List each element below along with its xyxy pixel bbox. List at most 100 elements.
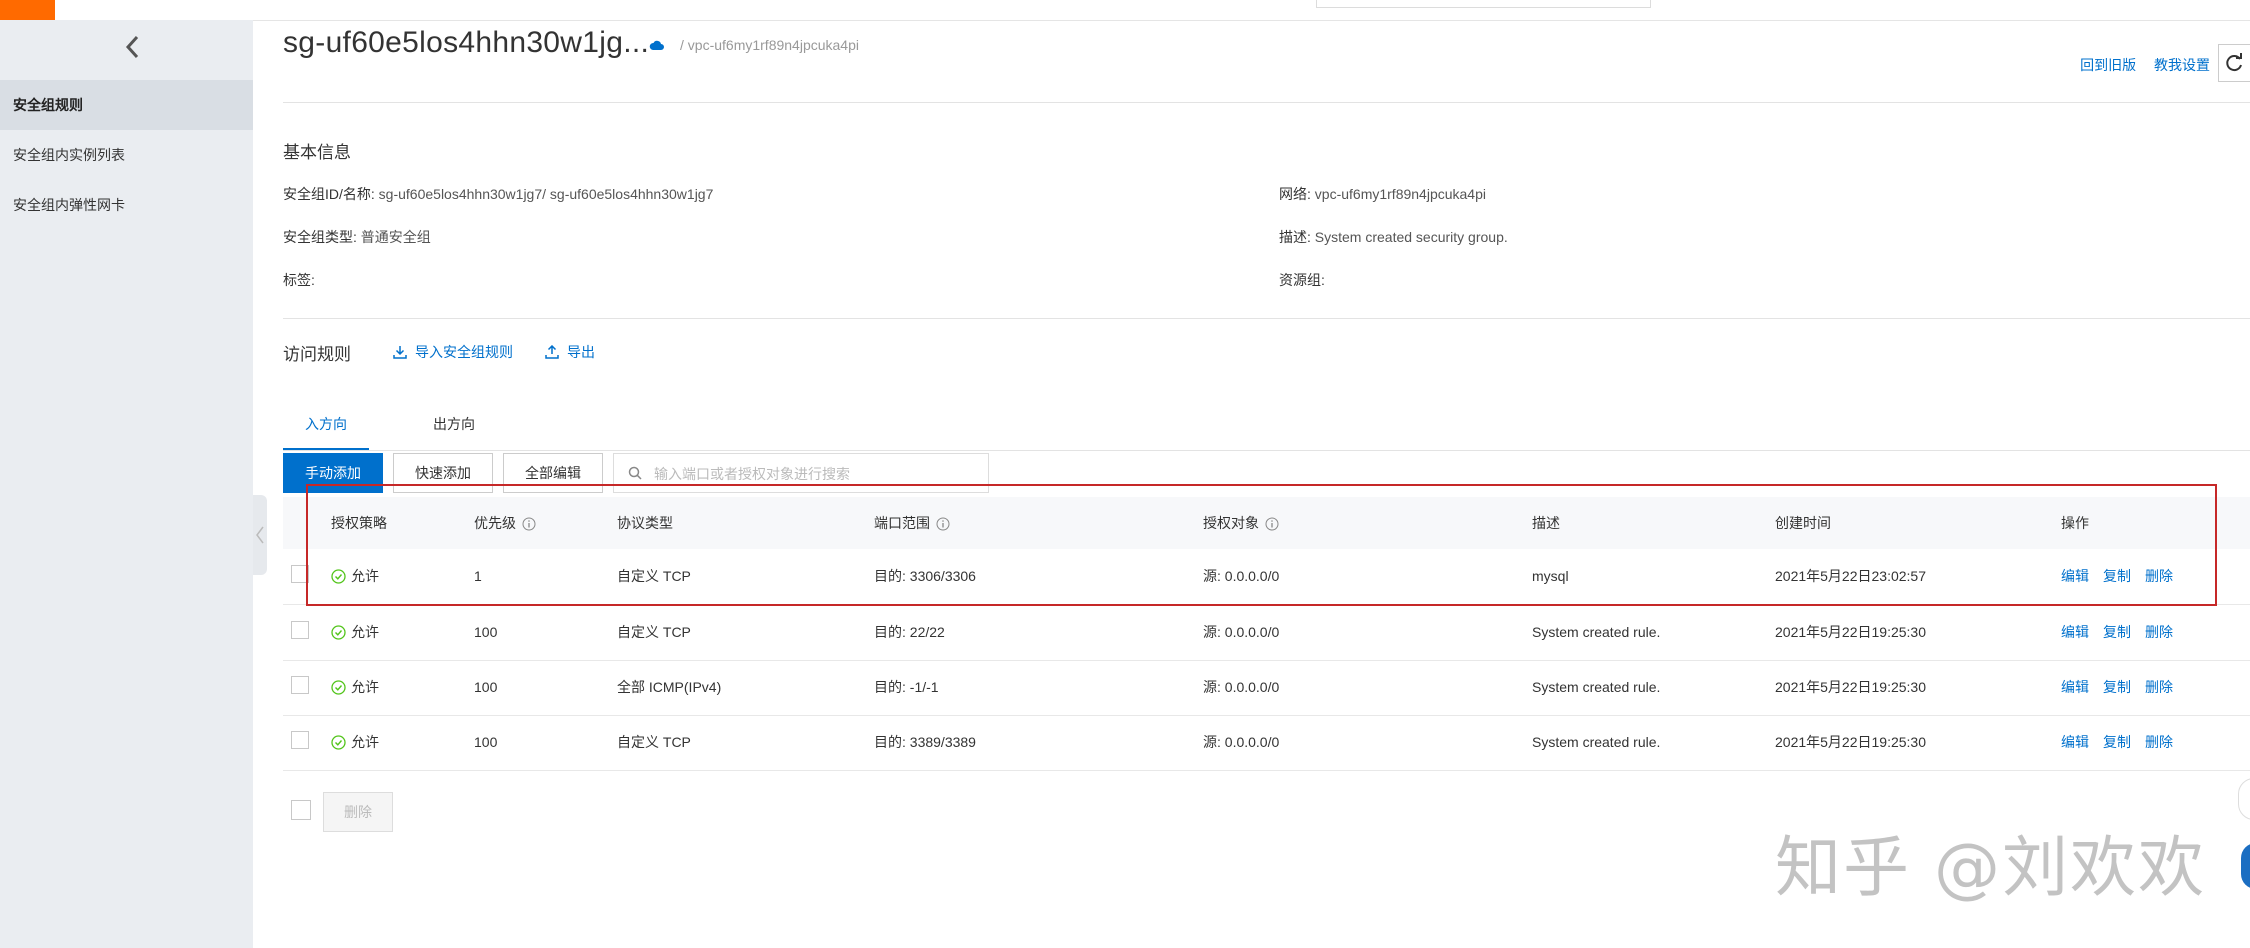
description-row: 描述: System created security group. [1279, 227, 1508, 247]
sg-id-label: 安全组ID/名称: [283, 186, 375, 202]
created-cell: 2021年5月22日23:02:57 [1775, 568, 1926, 584]
sidebar-item-instances[interactable]: 安全组内实例列表 [0, 130, 253, 180]
page-title: sg-uf60e5los4hhn30w1jg... [283, 26, 650, 59]
top-bar [0, 0, 2250, 21]
delete-link[interactable]: 删除 [2145, 568, 2173, 584]
copy-link[interactable]: 复制 [2103, 624, 2131, 640]
actions-cell: 编辑 复制 删除 [2061, 566, 2187, 586]
search-input[interactable] [652, 463, 976, 485]
edit-link[interactable]: 编辑 [2061, 568, 2089, 584]
sg-type-label: 安全组类型: [283, 229, 357, 245]
row-checkbox[interactable] [291, 676, 309, 694]
desc-cell: System created rule. [1532, 734, 1661, 750]
cloud-icon [649, 38, 665, 54]
export-label: 导出 [567, 344, 595, 360]
col-auth-label: 授权对象 [1203, 515, 1259, 531]
row-checkbox[interactable] [291, 621, 309, 639]
select-all-checkbox[interactable] [291, 800, 311, 820]
quick-add-button[interactable]: 快速添加 [393, 453, 493, 493]
col-priority: 优先级 [474, 513, 536, 533]
table-row: 允许 100 自定义 TCP 目的: 22/22 源: 0.0.0.0/0 Sy… [283, 605, 2250, 661]
port-cell: 目的: -1/-1 [874, 679, 939, 695]
created-cell: 2021年5月22日19:25:30 [1775, 734, 1926, 750]
created-cell: 2021年5月22日19:25:30 [1775, 679, 1926, 695]
network-value: vpc-uf6my1rf89n4jpcuka4pi [1314, 186, 1486, 202]
copy-link[interactable]: 复制 [2103, 568, 2131, 584]
auth-cell: 源: 0.0.0.0/0 [1203, 734, 1280, 750]
col-actions: 操作 [2061, 515, 2089, 531]
row-checkbox[interactable] [291, 565, 309, 583]
search-icon [628, 466, 642, 480]
delete-link[interactable]: 删除 [2145, 679, 2173, 695]
port-cell: 目的: 3306/3306 [874, 568, 976, 584]
divider [283, 318, 2250, 319]
sidebar-item-eni[interactable]: 安全组内弹性网卡 [0, 180, 253, 230]
edit-link[interactable]: 编辑 [2061, 734, 2089, 750]
actions-cell: 编辑 复制 删除 [2061, 677, 2187, 697]
basic-info-title: 基本信息 [283, 143, 351, 162]
edit-link[interactable]: 编辑 [2061, 679, 2089, 695]
copy-link[interactable]: 复制 [2103, 734, 2131, 750]
policy-text: 允许 [351, 734, 379, 750]
network-row: 网络: vpc-uf6my1rf89n4jpcuka4pi [1279, 184, 1486, 204]
back-to-old-version-link[interactable]: 回到旧版 [2080, 57, 2136, 73]
brand-logo[interactable] [0, 0, 55, 20]
protocol-cell: 自定义 TCP [617, 568, 691, 584]
priority-cell: 100 [474, 734, 498, 750]
export-icon [545, 344, 559, 359]
header-links: 回到旧版 教我设置 [2066, 55, 2210, 75]
tab-inbound[interactable]: 入方向 [283, 398, 369, 450]
check-circle-icon [331, 569, 346, 584]
col-description: 描述 [1532, 515, 1560, 531]
table-row: 允许 100 全部 ICMP(IPv4) 目的: -1/-1 源: 0.0.0.… [283, 660, 2250, 716]
col-protocol: 协议类型 [617, 515, 673, 531]
protocol-cell: 自定义 TCP [617, 734, 691, 750]
priority-cell: 1 [474, 568, 482, 584]
col-created: 创建时间 [1775, 515, 1831, 531]
port-cell: 目的: 3389/3389 [874, 734, 976, 750]
info-icon[interactable] [1265, 517, 1279, 531]
import-rules-label: 导入安全组规则 [415, 344, 513, 360]
port-cell: 目的: 22/22 [874, 624, 945, 640]
policy-cell: 允许 [331, 677, 379, 697]
export-button[interactable]: 导出 [545, 342, 595, 362]
policy-text: 允许 [351, 568, 379, 584]
info-icon[interactable] [522, 517, 536, 531]
tags-row: 标签: [283, 270, 315, 290]
sidebar: 安全组规则 安全组内实例列表 安全组内弹性网卡 [0, 20, 253, 948]
sg-type-row: 安全组类型: 普通安全组 [283, 227, 431, 247]
desc-cell: System created rule. [1532, 679, 1661, 695]
copy-link[interactable]: 复制 [2103, 679, 2131, 695]
edit-link[interactable]: 编辑 [2061, 624, 2089, 640]
tags-label: 标签: [283, 272, 315, 288]
teach-me-setup-link[interactable]: 教我设置 [2154, 57, 2210, 73]
refresh-button[interactable] [2218, 44, 2250, 82]
row-checkbox[interactable] [291, 731, 309, 749]
auth-cell: 源: 0.0.0.0/0 [1203, 624, 1280, 640]
desc-cell: mysql [1532, 568, 1569, 584]
back-arrow-icon[interactable] [118, 32, 148, 62]
sg-id-value: sg-uf60e5los4hhn30w1jg7/ sg-uf60e5los4hh… [378, 186, 714, 202]
resource-group-row: 资源组: [1279, 270, 1325, 290]
info-icon[interactable] [936, 517, 950, 531]
protocol-cell: 全部 ICMP(IPv4) [617, 679, 722, 695]
divider [283, 102, 2250, 103]
policy-cell: 允许 [331, 732, 379, 752]
top-search-box[interactable] [1316, 0, 1651, 8]
col-port-label: 端口范围 [874, 515, 930, 531]
edit-all-button[interactable]: 全部编辑 [503, 453, 603, 493]
delete-link[interactable]: 删除 [2145, 734, 2173, 750]
table-header: 授权策略 优先级 协议类型 端口范围 授权对象 描述 创建时间 操作 [283, 497, 2250, 549]
manual-add-button[interactable]: 手动添加 [283, 453, 383, 493]
access-rules-title: 访问规则 [283, 345, 351, 364]
protocol-cell: 自定义 TCP [617, 624, 691, 640]
network-label: 网络: [1279, 186, 1311, 202]
delete-link[interactable]: 删除 [2145, 624, 2173, 640]
import-rules-button[interactable]: 导入安全组规则 [393, 342, 513, 362]
policy-text: 允许 [351, 624, 379, 640]
batch-delete-button[interactable]: 删除 [323, 792, 393, 832]
sidebar-item-sg-rules[interactable]: 安全组规则 [0, 80, 253, 130]
actions-cell: 编辑 复制 删除 [2061, 622, 2187, 642]
tab-outbound[interactable]: 出方向 [419, 398, 489, 450]
rule-search-box[interactable] [613, 453, 989, 493]
